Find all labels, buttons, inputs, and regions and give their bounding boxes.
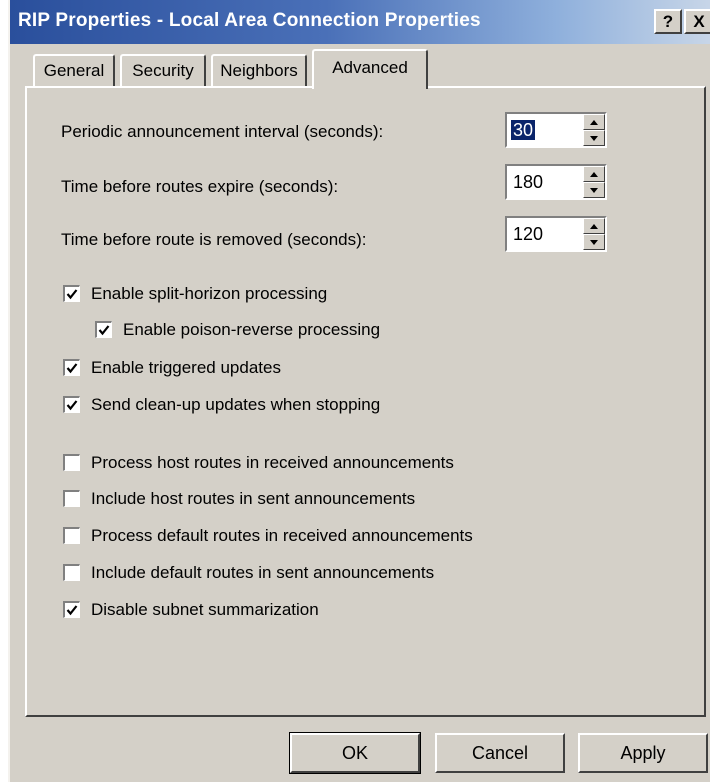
tab-general[interactable]: General — [33, 54, 115, 88]
tab-advanced[interactable]: Advanced — [312, 49, 428, 89]
periodic-interval-up-button[interactable] — [583, 114, 605, 130]
tab-neighbors[interactable]: Neighbors — [211, 54, 307, 88]
arrow-down-icon — [590, 136, 598, 141]
checkmark-icon — [98, 325, 110, 336]
routes-expire-value[interactable]: 180 — [513, 172, 543, 192]
checkbox-label[interactable]: Include default routes in sent announcem… — [91, 561, 434, 585]
checkbox-box[interactable] — [63, 396, 80, 413]
checkbox-label[interactable]: Send clean-up updates when stopping — [91, 393, 380, 417]
advanced-tab-panel: Periodic announcement interval (seconds)… — [25, 86, 706, 717]
checkbox-box[interactable] — [95, 321, 112, 338]
checkbox-box[interactable] — [63, 454, 80, 471]
checkbox-box[interactable] — [63, 490, 80, 507]
close-button[interactable]: X — [684, 9, 710, 34]
checkbox-label[interactable]: Enable poison-reverse processing — [123, 318, 380, 342]
properties-dialog: RIP Properties - Local Area Connection P… — [8, 0, 710, 782]
periodic-interval-down-button[interactable] — [583, 130, 605, 146]
checkbox-box[interactable] — [63, 285, 80, 302]
checkmark-icon — [66, 605, 78, 616]
checkbox-label[interactable]: Enable split-horizon processing — [91, 282, 327, 306]
checkbox-box[interactable] — [63, 359, 80, 376]
checkbox-label[interactable]: Disable subnet summarization — [91, 598, 319, 622]
checkbox-label[interactable]: Include host routes in sent announcement… — [91, 487, 415, 511]
checkmark-icon — [66, 363, 78, 374]
routes-expire-down-button[interactable] — [583, 182, 605, 198]
arrow-up-icon — [590, 224, 598, 229]
help-button[interactable]: ? — [654, 9, 682, 34]
title-bar[interactable]: RIP Properties - Local Area Connection P… — [10, 0, 710, 44]
tab-security[interactable]: Security — [120, 54, 206, 88]
arrow-down-icon — [590, 240, 598, 245]
apply-button[interactable]: Apply — [578, 733, 708, 773]
routes-expire-label: Time before routes expire (seconds): — [61, 177, 339, 196]
window-title: RIP Properties - Local Area Connection P… — [18, 10, 481, 31]
arrow-down-icon — [590, 188, 598, 193]
checkbox-box[interactable] — [63, 527, 80, 544]
route-removed-up-button[interactable] — [583, 218, 605, 234]
arrow-up-icon — [590, 120, 598, 125]
checkmark-icon — [66, 400, 78, 411]
route-removed-down-button[interactable] — [583, 234, 605, 250]
routes-expire-spinbox[interactable]: 180 — [505, 164, 607, 200]
route-removed-spinbox[interactable]: 120 — [505, 216, 607, 252]
checkmark-icon — [66, 289, 78, 300]
checkbox-label[interactable]: Process default routes in received annou… — [91, 524, 473, 548]
checkbox-label[interactable]: Process host routes in received announce… — [91, 451, 454, 475]
arrow-up-icon — [590, 172, 598, 177]
periodic-interval-label: Periodic announcement interval (seconds)… — [61, 122, 384, 141]
cancel-button[interactable]: Cancel — [435, 733, 565, 773]
checkbox-box[interactable] — [63, 564, 80, 581]
routes-expire-up-button[interactable] — [583, 166, 605, 182]
periodic-interval-value[interactable]: 30 — [511, 120, 536, 140]
checkbox-label[interactable]: Enable triggered updates — [91, 356, 281, 380]
ok-button[interactable]: OK — [289, 732, 421, 774]
route-removed-value[interactable]: 120 — [513, 224, 543, 244]
periodic-interval-spinbox[interactable]: 30 — [505, 112, 607, 148]
checkbox-box[interactable] — [63, 601, 80, 618]
route-removed-label: Time before route is removed (seconds): — [61, 230, 367, 249]
